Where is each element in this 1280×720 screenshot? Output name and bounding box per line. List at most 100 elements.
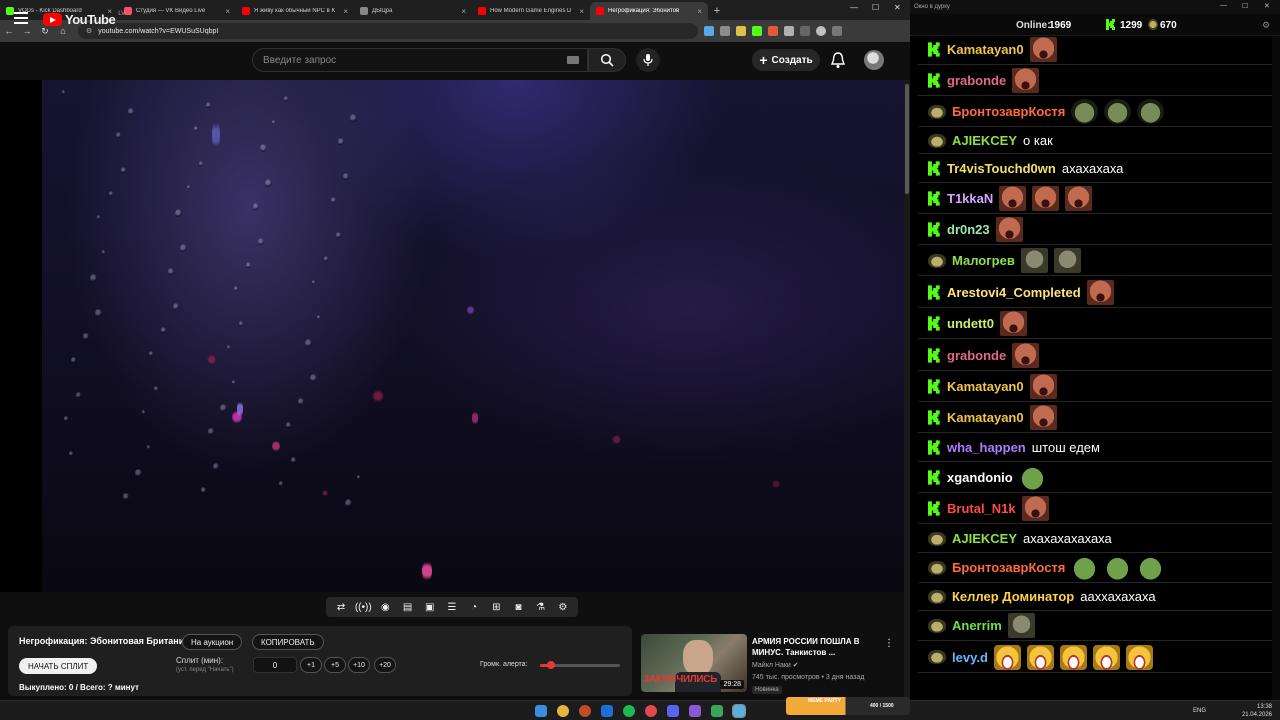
cast-icon[interactable] [720,26,730,36]
camera-icon[interactable]: ◙ [511,600,525,614]
browser-tab[interactable]: How Modern Game Engines D × [472,2,590,20]
tab-close-icon[interactable]: × [343,7,348,16]
chat-username[interactable]: wha_happen [947,440,1026,455]
start-split-button[interactable]: НАЧАТЬ СПЛИТ [19,658,98,674]
create-button[interactable]: + Создать [752,49,820,71]
recommendation-title[interactable]: АРМИЯ РОССИИ ПОШЛА В МИНУС. Танкистов ..… [752,636,876,658]
twitch-icon[interactable] [689,705,701,717]
search-button[interactable] [588,48,626,72]
chrome-icon[interactable] [557,705,569,717]
view-icon[interactable]: ◉ [378,600,392,614]
video-player[interactable] [42,80,904,592]
settings-gear-icon[interactable]: ⚙ [556,600,570,614]
chat-maximize-icon[interactable]: ☐ [1242,2,1248,10]
chat-username[interactable]: Kamatayan0 [947,42,1024,57]
chat-username[interactable]: dr0n23 [947,222,990,237]
more-options-icon[interactable]: ⋮ [884,638,894,649]
alert-volume-slider[interactable] [540,661,620,669]
tab-close-icon[interactable]: × [579,7,584,16]
chat-username[interactable]: levy.d [952,650,988,665]
add-screen-icon[interactable]: ⊞ [489,600,503,614]
app-icon[interactable] [711,705,723,717]
chat-username[interactable]: Kamatayan0 [947,379,1024,394]
chat-username[interactable]: Tr4visTouchd0wn [947,161,1056,176]
spotify-icon[interactable] [623,705,635,717]
site-info-icon[interactable]: ⚙ [86,27,92,35]
discord-icon[interactable] [667,705,679,717]
tab-close-icon[interactable]: × [697,7,702,16]
chat-scrollbar[interactable] [1272,36,1280,700]
maximize-icon[interactable]: ☐ [872,3,879,12]
chat-username[interactable]: Anerrim [952,618,1002,633]
chat-username[interactable]: Келлер Доминатор [952,589,1074,604]
split-minutes-input[interactable]: 0 [253,657,297,673]
clapperboard-icon[interactable]: ▤ [401,600,415,614]
chat-username[interactable]: xgandonio [947,470,1013,485]
opera-icon[interactable] [579,705,591,717]
browser-tab[interactable]: Я живу как обычный NPC в К × [236,2,354,20]
picture-in-picture-icon[interactable]: ▣ [423,600,437,614]
chat-username[interactable]: Arestovi4_Completed [947,285,1081,300]
telegram-icon[interactable] [732,704,746,718]
zoom-icon[interactable] [704,26,714,36]
broadcast-icon[interactable]: ((•)) [355,600,372,614]
extension-icon[interactable] [768,26,778,36]
recommendation-thumbnail[interactable]: ЗАКОНЧИЛИСЬ 29:28 [641,634,747,692]
increment-1-button[interactable]: +1 [300,657,322,673]
chat-username[interactable]: Brutal_N1k [947,501,1016,516]
recommendation-channel[interactable]: Майкл Наки ✔ [752,661,799,669]
increment-5-button[interactable]: +5 [324,657,346,673]
chat-username[interactable]: БронтозаврКостя [952,560,1065,575]
download-icon[interactable] [800,26,810,36]
chat-username[interactable]: grabonde [947,348,1006,363]
copy-button[interactable]: КОПИРОВАТЬ [252,634,324,650]
browser-tab[interactable]: Студия — VK Видео Live × [118,2,236,20]
extension-icon[interactable] [752,26,762,36]
chat-username[interactable]: grabonde [947,73,1006,88]
browser-menu-icon[interactable] [832,26,842,36]
steam-icon[interactable] [601,705,613,717]
input-language[interactable]: ENG [1193,708,1206,714]
increment-20-button[interactable]: +20 [374,657,396,673]
extension-icon[interactable] [784,26,794,36]
new-tab-icon[interactable]: + [708,2,726,20]
minimize-icon[interactable]: — [850,3,858,12]
account-avatar[interactable] [864,50,884,70]
bookmark-star-icon[interactable] [736,26,746,36]
chat-username[interactable]: Kamatayan0 [947,410,1024,425]
hamburger-menu-icon[interactable] [14,12,28,24]
app-icon[interactable] [645,705,657,717]
chat-close-icon[interactable]: ✕ [1264,2,1270,10]
chat-username[interactable]: Малогрев [952,253,1015,268]
chat-username[interactable]: AJIEKCEY [952,531,1017,546]
voice-search-button[interactable] [636,48,660,72]
youtube-logo[interactable]: YouTube LV [43,11,125,27]
close-window-icon[interactable]: ✕ [894,3,901,12]
auction-button[interactable]: На аукцион [182,634,243,650]
tab-close-icon[interactable]: × [225,7,230,16]
chat-username[interactable]: AJIEKCEY [952,133,1017,148]
forward-icon[interactable]: → [18,22,36,40]
scrollbar-thumb[interactable] [905,84,909,194]
url-field[interactable]: ⚙ youtube.com/watch?v=EWUSuSUqbpI [78,23,698,39]
browser-tab[interactable]: ДЫЦра × [354,2,472,20]
loop-icon[interactable]: ⇄ [334,600,348,614]
chat-settings-icon[interactable]: ⚙ [1262,20,1270,31]
alert-volume-knob[interactable] [547,661,556,669]
flask-icon[interactable]: ⚗ [534,600,548,614]
chat-username[interactable]: T1kkaN [947,191,993,206]
tab-close-icon[interactable]: × [461,7,466,16]
back-icon[interactable]: ← [0,22,18,40]
chat-username[interactable]: undett0 [947,316,994,331]
increment-10-button[interactable]: +10 [348,657,370,673]
system-clock[interactable]: 13:38 21.04.2026 [1242,703,1272,719]
playlist-icon[interactable]: ☰ [445,600,459,614]
start-windows-icon[interactable] [535,705,547,717]
notifications-bell-icon[interactable] [830,51,846,69]
speed-icon[interactable]: ◔ [467,600,481,614]
browser-tab[interactable]: Негрофикация: Эбонитов × [590,2,708,20]
search-input[interactable]: Введите запрос [252,48,588,72]
chat-username[interactable]: БронтозаврКостя [952,104,1065,119]
keyboard-icon[interactable] [567,56,579,64]
chat-minimize-icon[interactable]: — [1220,2,1227,9]
